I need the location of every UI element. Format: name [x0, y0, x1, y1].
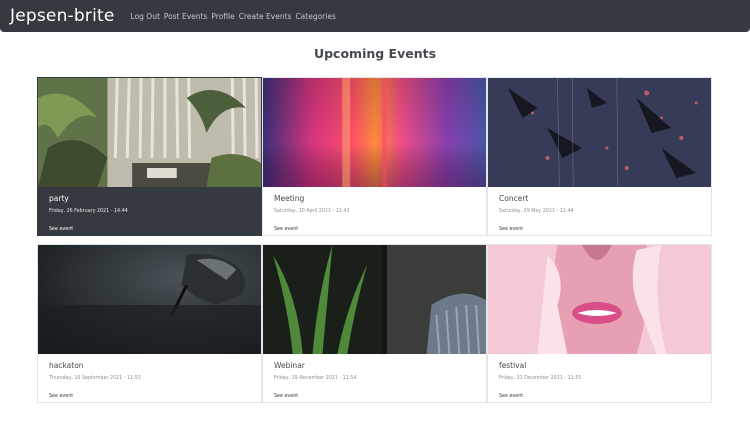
event-date: Friday, 26 February 2021 - 14:44 [49, 209, 128, 214]
event-card-concert[interactable]: Concert Saturday, 29 May 2021 - 11:44 Se… [487, 77, 712, 236]
event-card-body: hackaton Thursday, 16 September 2021 - 1… [49, 361, 253, 381]
event-card-meeting[interactable]: Meeting Saturday, 10 April 2021 - 11:43 … [262, 77, 487, 236]
event-card-body: Meeting Saturday, 10 April 2021 - 11:43 [274, 194, 478, 214]
event-card-hackaton[interactable]: hackaton Thursday, 16 September 2021 - 1… [37, 244, 262, 403]
event-date: Friday, 31 December 2021 - 11:55 [499, 376, 582, 381]
event-image-party [38, 78, 261, 187]
see-event-link[interactable]: See event [499, 394, 523, 399]
event-card-body: Webinar Friday, 19 November 2021 - 11:54 [274, 361, 478, 381]
page-title: Upcoming Events [313, 46, 437, 61]
see-event-link[interactable]: See event [274, 227, 298, 232]
nav-links: Log Out Post Events Profile Create Event… [131, 12, 336, 21]
event-image-concert [488, 78, 711, 187]
nav-categories[interactable]: Categories [295, 12, 335, 21]
event-card-festival[interactable]: festival Friday, 31 December 2021 - 11:5… [487, 244, 712, 403]
event-title: Concert [499, 194, 529, 203]
brand-logo[interactable]: Jepsen-brite [10, 6, 115, 26]
event-card-webinar[interactable]: Webinar Friday, 19 November 2021 - 11:54… [262, 244, 487, 403]
event-card-body: Concert Saturday, 29 May 2021 - 11:44 [499, 194, 703, 214]
nav-create-events[interactable]: Create Events [239, 12, 292, 21]
event-date: Saturday, 10 April 2021 - 11:43 [274, 209, 350, 214]
event-image-webinar [263, 245, 486, 354]
nav-log-out[interactable]: Log Out [131, 12, 160, 21]
event-image-hackaton [38, 245, 261, 354]
event-title: festival [499, 361, 527, 370]
event-title: party [49, 194, 69, 203]
event-date: Saturday, 29 May 2021 - 11:44 [499, 209, 574, 214]
nav-profile[interactable]: Profile [211, 12, 234, 21]
event-card-body: festival Friday, 31 December 2021 - 11:5… [499, 361, 703, 381]
event-image-meeting [263, 78, 486, 187]
event-image-festival [488, 245, 711, 354]
see-event-link[interactable]: See event [274, 394, 298, 399]
event-card-body: party Friday, 26 February 2021 - 14:44 [49, 194, 253, 214]
see-event-link[interactable]: See event [49, 227, 73, 232]
event-card-party[interactable]: party Friday, 26 February 2021 - 14:44 S… [37, 77, 262, 236]
event-title: hackaton [49, 361, 84, 370]
see-event-link[interactable]: See event [49, 394, 73, 399]
event-title: Webinar [274, 361, 305, 370]
see-event-link[interactable]: See event [499, 227, 523, 232]
event-title: Meeting [274, 194, 305, 203]
nav-post-events[interactable]: Post Events [164, 12, 207, 21]
navbar: Jepsen-brite Log Out Post Events Profile… [0, 0, 750, 32]
event-date: Thursday, 16 September 2021 - 11:53 [49, 376, 141, 381]
event-date: Friday, 19 November 2021 - 11:54 [274, 376, 357, 381]
